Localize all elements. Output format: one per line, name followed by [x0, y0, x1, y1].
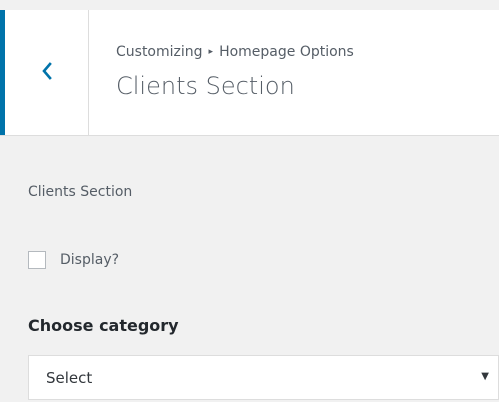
top-strip: [0, 0, 499, 10]
breadcrumb-current: Homepage Options: [219, 44, 354, 60]
section-header: Customizing ▸ Homepage Options Clients Sec…: [0, 10, 499, 136]
breadcrumb-separator-icon: ▸: [208, 47, 214, 57]
breadcrumb-parent: Customizing: [116, 44, 203, 60]
header-text: Customizing ▸ Homepage Options Clients Sec…: [116, 43, 354, 101]
panel-description: Clients Section: [28, 184, 133, 200]
display-checkbox[interactable]: [28, 251, 46, 269]
display-checkbox-label[interactable]: Display?: [60, 252, 119, 268]
page-title: Clients Section: [116, 72, 295, 100]
category-select[interactable]: Select ▼: [28, 355, 499, 400]
customizer-panel: Customizing ▸ Homepage Options Clients Sec…: [0, 0, 499, 402]
category-field-title: Choose category: [28, 316, 179, 335]
dropdown-arrow-icon: ▼: [481, 371, 489, 382]
display-option: Display?: [28, 249, 119, 271]
chevron-left-icon: [42, 62, 52, 80]
back-button[interactable]: [0, 10, 89, 135]
category-select-value: Select: [46, 369, 93, 387]
breadcrumb: Customizing ▸ Homepage Options: [116, 43, 354, 61]
